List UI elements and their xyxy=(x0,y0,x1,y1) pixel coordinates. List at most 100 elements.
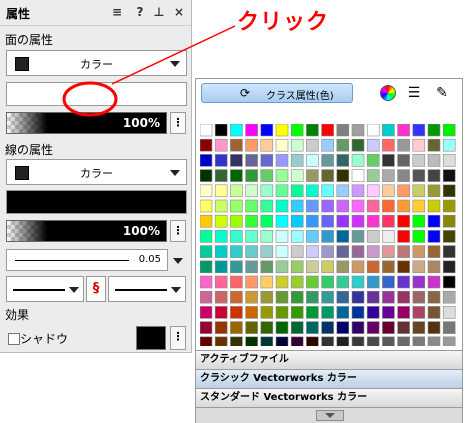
color-swatch[interactable] xyxy=(412,290,426,304)
color-swatch[interactable] xyxy=(442,169,456,182)
color-swatch[interactable] xyxy=(442,230,456,243)
color-swatch[interactable] xyxy=(336,260,350,274)
color-swatch[interactable] xyxy=(382,321,395,334)
color-swatch[interactable] xyxy=(382,138,395,152)
color-swatch[interactable] xyxy=(290,154,304,167)
color-swatch[interactable] xyxy=(245,290,258,304)
color-swatch[interactable] xyxy=(412,154,426,167)
fill-opacity-slider[interactable]: 100% xyxy=(6,112,167,134)
color-swatch[interactable] xyxy=(382,336,395,346)
color-swatch[interactable] xyxy=(245,306,258,319)
color-swatch[interactable] xyxy=(214,290,228,304)
color-swatch[interactable] xyxy=(260,184,274,198)
color-swatch[interactable] xyxy=(427,245,441,258)
color-swatch[interactable] xyxy=(412,169,426,182)
line-color-field[interactable] xyxy=(6,190,187,214)
color-swatch[interactable] xyxy=(321,275,334,289)
color-swatch[interactable] xyxy=(200,199,213,213)
color-swatch[interactable] xyxy=(321,199,334,213)
color-swatch[interactable] xyxy=(427,138,441,152)
color-swatch[interactable] xyxy=(200,336,213,346)
color-swatch[interactable] xyxy=(397,138,410,152)
color-swatch[interactable] xyxy=(412,336,426,346)
color-swatch[interactable] xyxy=(275,154,289,167)
color-swatch[interactable] xyxy=(397,214,410,228)
color-swatch[interactable] xyxy=(260,124,274,137)
color-swatch[interactable] xyxy=(290,230,304,243)
color-swatch[interactable] xyxy=(290,336,304,346)
color-swatch[interactable] xyxy=(200,290,213,304)
color-swatch[interactable] xyxy=(366,245,380,258)
color-swatch[interactable] xyxy=(321,184,334,198)
color-swatch[interactable] xyxy=(306,154,319,167)
color-swatch[interactable] xyxy=(275,336,289,346)
color-swatch[interactable] xyxy=(351,230,365,243)
color-swatch[interactable] xyxy=(260,260,274,274)
color-swatch[interactable] xyxy=(412,199,426,213)
color-swatch[interactable] xyxy=(275,124,289,137)
color-swatch[interactable] xyxy=(442,124,456,137)
color-swatch[interactable] xyxy=(336,124,350,137)
color-swatch[interactable] xyxy=(336,138,350,152)
thickness-dropdown-arrow[interactable] xyxy=(173,258,183,264)
color-swatch[interactable] xyxy=(336,290,350,304)
color-swatch[interactable] xyxy=(275,199,289,213)
color-swatch[interactable] xyxy=(427,169,441,182)
color-swatch[interactable] xyxy=(366,275,380,289)
color-swatch[interactable] xyxy=(230,199,243,213)
color-swatch[interactable] xyxy=(230,290,243,304)
color-swatch[interactable] xyxy=(290,138,304,152)
list-view-icon[interactable]: ☰ xyxy=(404,83,424,103)
color-swatch[interactable] xyxy=(412,321,426,334)
color-swatch[interactable] xyxy=(230,124,243,137)
color-swatch[interactable] xyxy=(351,199,365,213)
color-swatch[interactable] xyxy=(200,214,213,228)
color-swatch[interactable] xyxy=(412,184,426,198)
color-swatch[interactable] xyxy=(427,260,441,274)
shadow-menu-button[interactable]: ⋮ xyxy=(170,326,186,350)
color-swatch[interactable] xyxy=(260,275,274,289)
color-swatch[interactable] xyxy=(366,290,380,304)
color-swatch[interactable] xyxy=(290,169,304,182)
color-swatch[interactable] xyxy=(306,275,319,289)
color-swatch[interactable] xyxy=(306,199,319,213)
color-swatch[interactable] xyxy=(230,336,243,346)
color-swatch[interactable] xyxy=(260,214,274,228)
color-swatch[interactable] xyxy=(230,214,243,228)
color-swatch[interactable] xyxy=(260,336,274,346)
color-swatch[interactable] xyxy=(306,230,319,243)
color-swatch[interactable] xyxy=(366,214,380,228)
color-swatch[interactable] xyxy=(200,230,213,243)
color-swatch[interactable] xyxy=(245,199,258,213)
color-swatch[interactable] xyxy=(351,245,365,258)
color-swatch[interactable] xyxy=(351,124,365,137)
color-swatch[interactable] xyxy=(366,169,380,182)
color-swatch[interactable] xyxy=(427,230,441,243)
color-swatch[interactable] xyxy=(230,306,243,319)
color-swatch[interactable] xyxy=(290,321,304,334)
color-swatch[interactable] xyxy=(412,230,426,243)
color-swatch[interactable] xyxy=(230,154,243,167)
color-swatch[interactable] xyxy=(442,306,456,319)
color-swatch[interactable] xyxy=(442,336,456,346)
color-swatch[interactable] xyxy=(366,124,380,137)
color-swatch[interactable] xyxy=(245,138,258,152)
color-swatch[interactable] xyxy=(366,154,380,167)
color-swatch[interactable] xyxy=(260,306,274,319)
color-swatch[interactable] xyxy=(412,275,426,289)
color-swatch[interactable] xyxy=(214,321,228,334)
color-swatch[interactable] xyxy=(230,230,243,243)
color-swatch[interactable] xyxy=(260,245,274,258)
color-swatch[interactable] xyxy=(245,260,258,274)
color-swatch[interactable] xyxy=(351,306,365,319)
menu-icon[interactable]: ≡ xyxy=(110,5,124,19)
color-swatch[interactable] xyxy=(214,138,228,152)
color-swatch[interactable] xyxy=(306,336,319,346)
color-swatch[interactable] xyxy=(336,336,350,346)
fill-style-dropdown[interactable]: カラー xyxy=(6,50,187,76)
color-swatch[interactable] xyxy=(397,321,410,334)
color-swatch[interactable] xyxy=(412,306,426,319)
line-style-dropdown[interactable]: カラー xyxy=(6,159,187,185)
color-swatch[interactable] xyxy=(306,184,319,198)
color-swatch[interactable] xyxy=(397,169,410,182)
